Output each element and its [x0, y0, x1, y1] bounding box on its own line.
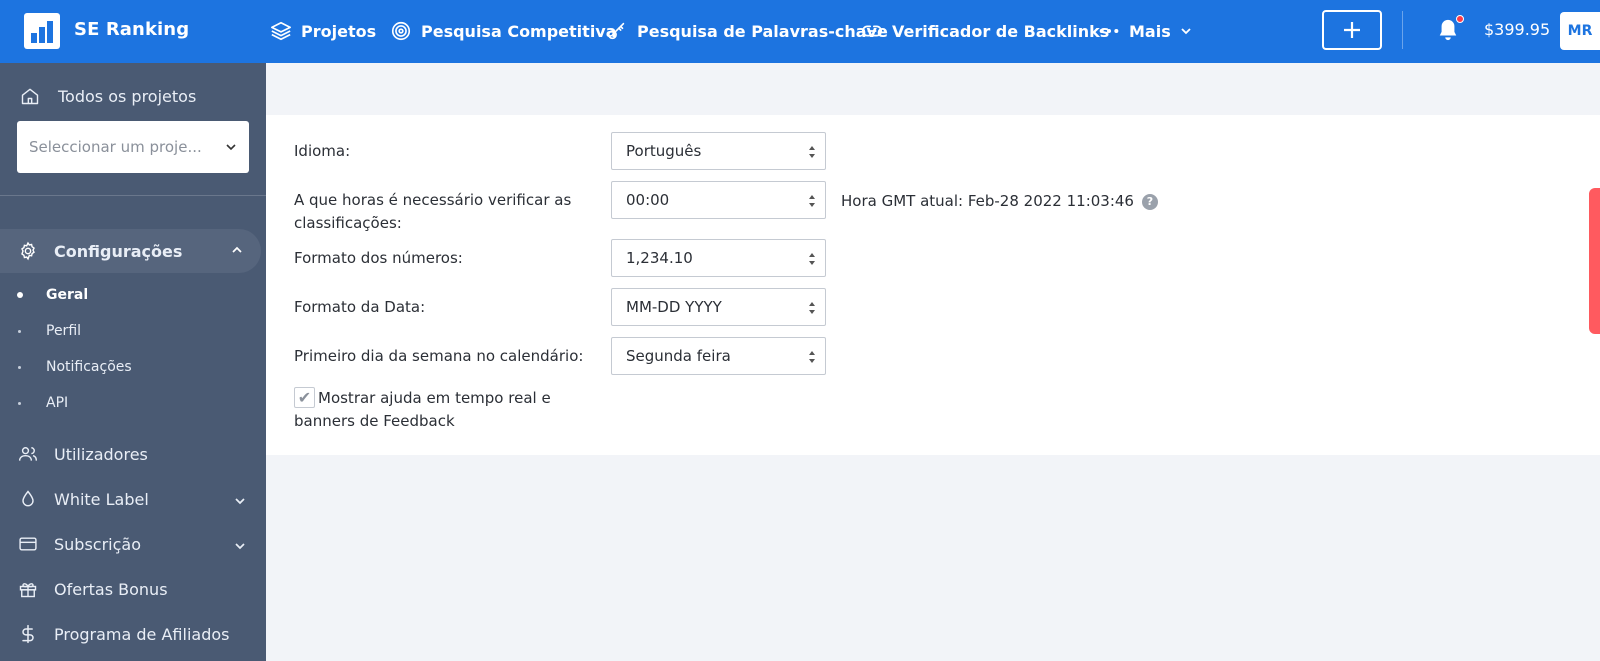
- nav-projects-label: Projetos: [301, 21, 377, 41]
- drop-icon: [22, 490, 34, 507]
- sidebar-item-bonus-offers[interactable]: Ofertas Bonus: [18, 577, 246, 601]
- sidebar-divider: [0, 195, 266, 196]
- chevron-down-icon: [226, 144, 236, 151]
- plus-icon: [1344, 22, 1360, 38]
- current-gmt-time: Hora GMT atual: Feb-28 2022 11:03:46 ?: [841, 190, 1158, 213]
- nav-more-label: Mais: [1129, 21, 1171, 41]
- number-format-value: 1,234.10: [626, 249, 693, 267]
- users-icon: [18, 447, 38, 461]
- layers-icon: [271, 21, 291, 41]
- nav-keyword-research[interactable]: Pesquisa de Palavras-chave: [606, 19, 888, 43]
- bullet: [18, 366, 21, 369]
- sidebar-item-users[interactable]: Utilizadores: [18, 442, 246, 466]
- key-icon: [607, 22, 625, 40]
- date-format-value: MM-DD YYYY: [626, 298, 722, 316]
- chevron-down-icon: [235, 543, 245, 550]
- select-arrows-icon: [809, 351, 815, 363]
- sidebar-item-affiliate-program[interactable]: Programa de Afiliados: [18, 622, 246, 646]
- gear-icon: [21, 241, 35, 261]
- topbar-divider: [1402, 11, 1403, 49]
- sidebar-item-subscription[interactable]: Subscrição: [18, 532, 246, 556]
- link-icon: [862, 25, 882, 37]
- help-checkbox[interactable]: ✔: [294, 387, 315, 408]
- card-icon: [19, 537, 37, 551]
- se-ranking-logo-icon[interactable]: [24, 13, 60, 49]
- top-navigation-bar: SE Ranking Projetos Pesquisa Competitiva…: [0, 0, 1600, 63]
- sidebar-item-users-label: Utilizadores: [54, 444, 148, 464]
- select-arrows-icon: [809, 146, 815, 158]
- sidebar-item-white-label-label: White Label: [54, 489, 149, 509]
- chevron-down-icon: [235, 498, 245, 505]
- notification-badge: [1456, 15, 1464, 23]
- sidebar-subitem-api[interactable]: API: [46, 395, 68, 411]
- sidebar-subitem-general[interactable]: Geral: [46, 287, 88, 303]
- number-format-label: Formato dos números:: [294, 249, 463, 267]
- bullet: [18, 330, 21, 333]
- sidebar-subitem-notifications[interactable]: Notificações: [46, 359, 132, 375]
- project-select[interactable]: Seleccionar um proje...: [17, 121, 249, 173]
- current-gmt-time-text: Hora GMT atual: Feb-28 2022 11:03:46: [841, 192, 1134, 210]
- date-format-select[interactable]: MM-DD YYYY: [611, 288, 826, 326]
- target-icon: [391, 21, 411, 41]
- language-value: Português: [626, 142, 702, 160]
- home-icon: [21, 88, 39, 105]
- feedback-side-tab[interactable]: [1589, 188, 1600, 334]
- sidebar-item-subscription-label: Subscrição: [54, 534, 141, 554]
- help-checkbox-label: Mostrar ajuda em tempo real e banners de…: [294, 389, 551, 430]
- first-day-label: Primeiro dia da semana no calendário:: [294, 347, 584, 365]
- date-format-label: Formato da Data:: [294, 298, 426, 316]
- select-arrows-icon: [809, 253, 815, 265]
- active-bullet: [17, 292, 23, 298]
- sidebar-subitem-profile[interactable]: Perfil: [46, 323, 81, 339]
- select-arrows-icon: [809, 302, 815, 314]
- help-icon[interactable]: ?: [1141, 193, 1158, 210]
- nav-backlink-checker[interactable]: Verificador de Backlinks: [861, 19, 1109, 43]
- nav-projects[interactable]: Projetos: [270, 19, 376, 43]
- sidebar-item-white-label[interactable]: White Label: [18, 487, 246, 511]
- first-day-select[interactable]: Segunda feira: [611, 337, 826, 375]
- brand-name[interactable]: SE Ranking: [74, 19, 189, 40]
- project-select-placeholder: Seleccionar um proje...: [29, 138, 202, 156]
- nav-keyword-research-label: Pesquisa de Palavras-chave: [637, 21, 888, 41]
- select-arrows-icon: [809, 195, 815, 207]
- nav-competitive-research-label: Pesquisa Competitiva: [421, 21, 617, 41]
- sidebar: Todos os projetos Seleccionar um proje..…: [0, 63, 266, 661]
- notifications-bell-icon[interactable]: [1437, 18, 1459, 46]
- language-select[interactable]: Português: [611, 132, 826, 170]
- first-day-value: Segunda feira: [626, 347, 731, 365]
- chevron-down-icon: [1181, 28, 1191, 35]
- check-time-select[interactable]: 00:00: [611, 181, 826, 219]
- more-icon: [1099, 28, 1119, 34]
- add-new-button[interactable]: [1322, 10, 1382, 50]
- check-time-value: 00:00: [626, 191, 670, 209]
- checkmark-icon: ✔: [297, 388, 312, 407]
- nav-backlink-checker-label: Verificador de Backlinks: [892, 21, 1110, 41]
- nav-more[interactable]: Mais: [1098, 19, 1192, 43]
- sidebar-item-bonus-offers-label: Ofertas Bonus: [54, 579, 168, 599]
- sidebar-all-projects[interactable]: Todos os projetos: [20, 85, 196, 107]
- check-time-label: A que horas é necessário verificar as cl…: [294, 191, 572, 232]
- account-balance[interactable]: $399.95: [1484, 20, 1550, 39]
- sidebar-item-affiliate-program-label: Programa de Afiliados: [54, 624, 230, 644]
- sidebar-item-settings[interactable]: Configurações: [0, 229, 261, 273]
- dollar-icon: [22, 624, 34, 644]
- bullet: [18, 402, 21, 405]
- sidebar-all-projects-label: Todos os projetos: [58, 86, 197, 106]
- chevron-up-icon: [232, 246, 242, 253]
- gift-icon: [19, 583, 37, 598]
- number-format-select[interactable]: 1,234.10: [611, 239, 826, 277]
- nav-competitive-research[interactable]: Pesquisa Competitiva: [390, 19, 617, 43]
- sidebar-item-settings-label: Configurações: [54, 241, 183, 261]
- user-avatar[interactable]: MR: [1560, 12, 1600, 50]
- language-label: Idioma:: [294, 142, 351, 160]
